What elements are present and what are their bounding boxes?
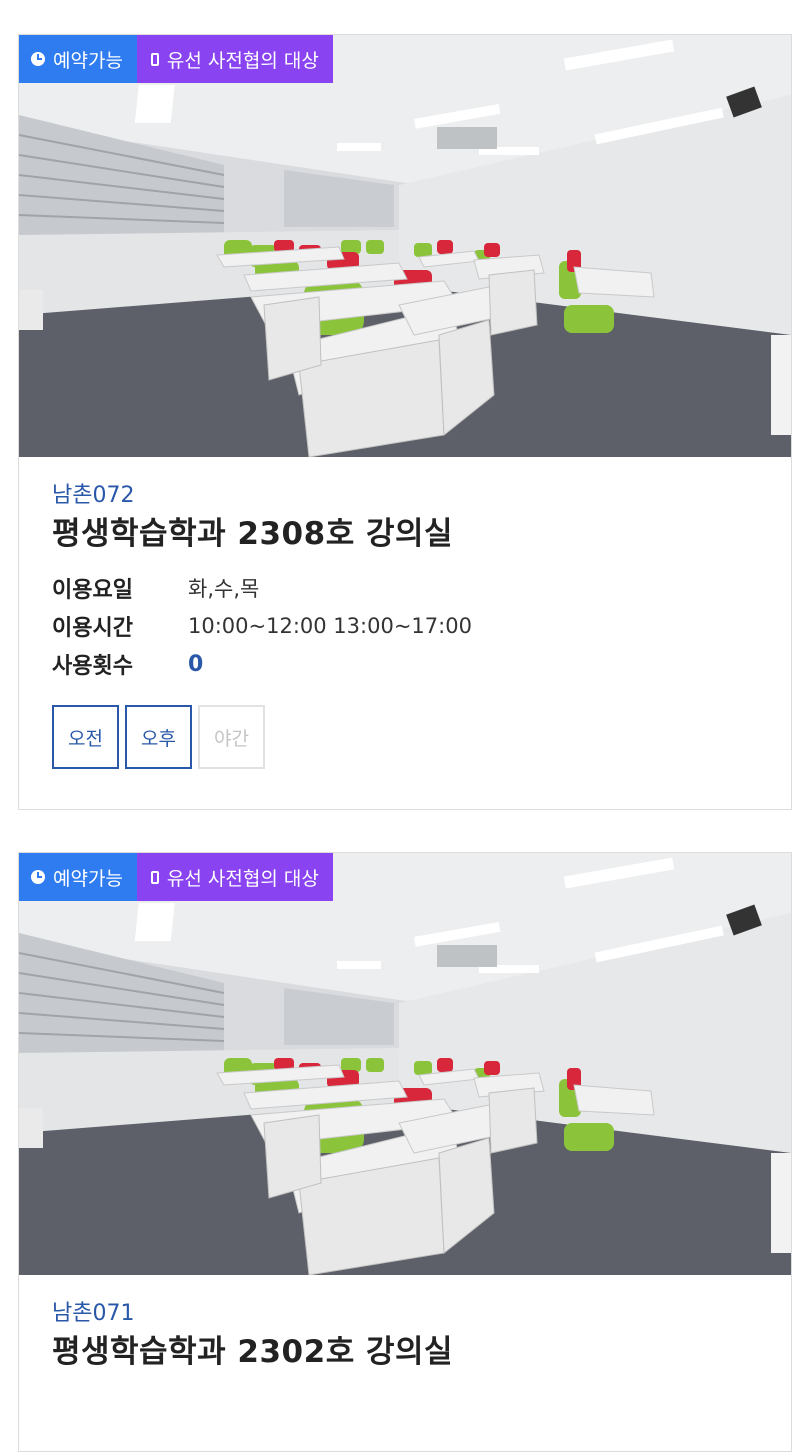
usage-hours-row: 이용시간 10:00~12:00 13:00~17:00 xyxy=(52,607,791,645)
usage-days-row: 이용요일 화,수,목 xyxy=(52,569,791,607)
room-info: 남촌072 평생학습학과 2308호 강의실 이용요일 화,수,목 이용시간 1… xyxy=(19,457,791,769)
status-badges: 예약가능 유선 사전협의 대상 xyxy=(19,853,333,901)
afternoon-slot-button[interactable]: 오후 xyxy=(125,705,192,769)
room-card[interactable]: 예약가능 유선 사전협의 대상 남촌072 평생학습학과 2308호 강의실 이… xyxy=(18,34,792,810)
usage-hours-value: 10:00~12:00 13:00~17:00 xyxy=(188,614,472,638)
usage-count-label: 사용횟수 xyxy=(52,654,133,679)
available-badge: 예약가능 xyxy=(19,853,137,901)
morning-slot-button[interactable]: 오전 xyxy=(52,705,119,769)
time-slot-buttons: 오전 오후 야간 xyxy=(52,705,791,769)
room-code: 남촌071 xyxy=(52,1301,135,1326)
room-title[interactable]: 평생학습학과 2308호 강의실 xyxy=(52,513,791,555)
classroom-image xyxy=(19,853,791,1275)
usage-days-label: 이용요일 xyxy=(52,578,133,603)
wired-consult-badge: 유선 사전협의 대상 xyxy=(136,853,333,901)
phone-icon xyxy=(150,52,159,66)
room-code: 남촌072 xyxy=(52,483,135,508)
available-badge-label: 예약가능 xyxy=(53,867,123,890)
status-badges: 예약가능 유선 사전협의 대상 xyxy=(19,35,333,83)
usage-count-row: 사용횟수 0 xyxy=(52,645,791,683)
available-badge-label: 예약가능 xyxy=(53,49,123,72)
night-slot-button: 야간 xyxy=(198,705,265,769)
clock-icon xyxy=(31,52,45,66)
classroom-image xyxy=(19,35,791,457)
room-title[interactable]: 평생학습학과 2302호 강의실 xyxy=(52,1331,791,1373)
usage-hours-label: 이용시간 xyxy=(52,616,133,641)
usage-days-value: 화,수,목 xyxy=(188,577,260,601)
wired-badge-label: 유선 사전협의 대상 xyxy=(166,867,319,890)
available-badge: 예약가능 xyxy=(19,35,137,83)
room-photo[interactable]: 예약가능 유선 사전협의 대상 xyxy=(19,853,791,1275)
clock-icon xyxy=(31,870,45,884)
usage-count-value: 0 xyxy=(188,651,204,677)
phone-icon xyxy=(150,870,159,884)
room-card[interactable]: 예약가능 유선 사전협의 대상 남촌071 평생학습학과 2302호 강의실 xyxy=(18,852,792,1452)
room-photo[interactable]: 예약가능 유선 사전협의 대상 xyxy=(19,35,791,457)
room-meta: 이용요일 화,수,목 이용시간 10:00~12:00 13:00~17:00 … xyxy=(52,569,791,683)
wired-consult-badge: 유선 사전협의 대상 xyxy=(136,35,333,83)
room-info: 남촌071 평생학습학과 2302호 강의실 xyxy=(19,1275,791,1373)
wired-badge-label: 유선 사전협의 대상 xyxy=(166,49,319,72)
